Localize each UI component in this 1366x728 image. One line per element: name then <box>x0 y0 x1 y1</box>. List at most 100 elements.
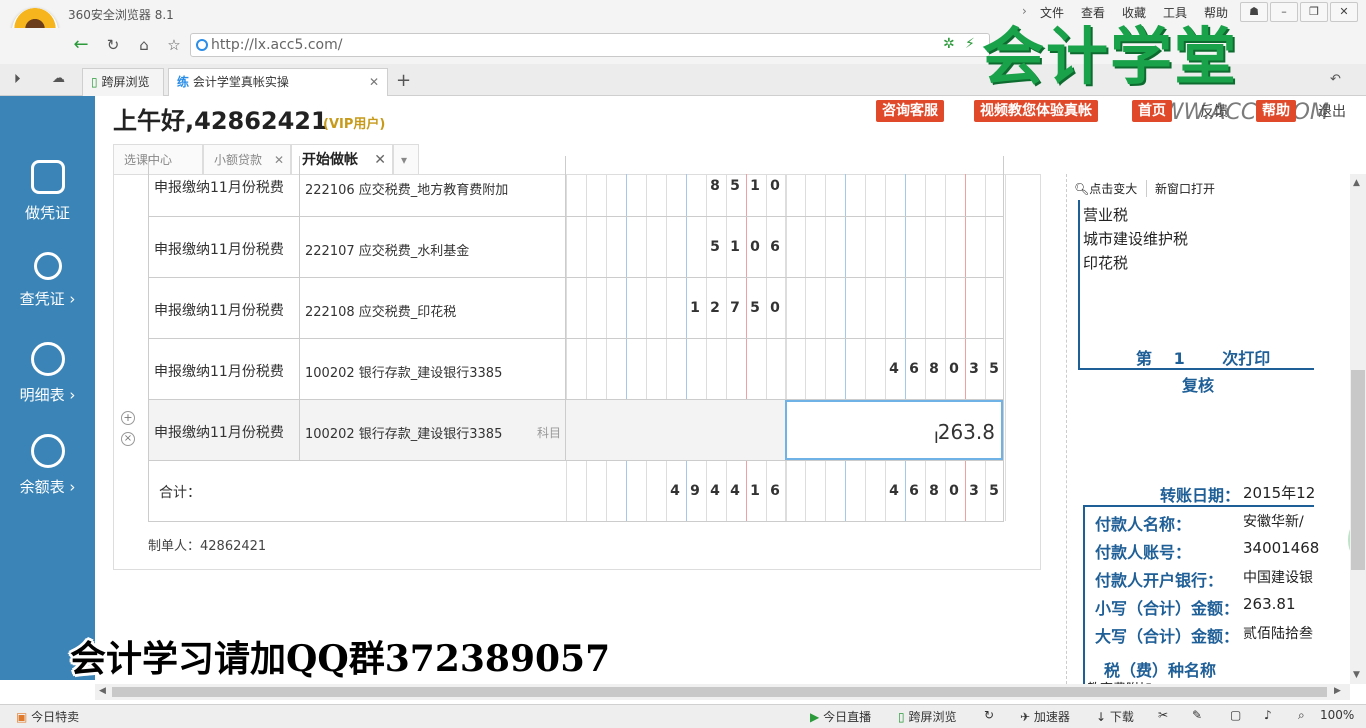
speed-icon[interactable]: ⚡ <box>965 36 975 52</box>
menu-tools[interactable]: 工具 <box>1163 4 1187 21</box>
minimize-icon[interactable]: – <box>1270 2 1298 22</box>
play-icon: ▶ <box>810 710 820 724</box>
summary-cell[interactable]: 申报缴纳11月份税费 <box>149 156 300 216</box>
sidebar-item-balance[interactable]: 余额表 › <box>0 434 95 497</box>
tab-cross-screen[interactable]: ▯ 跨屏浏览 <box>82 68 164 96</box>
total-row: 合计： <box>148 461 1004 522</box>
amount-small-label: 小写（合计）金额： <box>1095 599 1240 618</box>
back-icon[interactable]: ← <box>70 34 92 56</box>
status-download[interactable]: ↓ 下载 <box>1096 708 1134 725</box>
phone-icon: ▯ <box>91 75 98 89</box>
amount-digit: 1 <box>730 239 740 255</box>
status-label: 今日特卖 <box>31 710 80 724</box>
sound-icon[interactable]: ♪ <box>1264 708 1272 722</box>
list-icon <box>30 342 65 376</box>
menu-arrow-icon[interactable]: › <box>1022 4 1027 18</box>
sidebar-item-make-voucher[interactable]: 做凭证 <box>0 160 95 223</box>
credit-amount-input[interactable]: 263.8 <box>785 400 1003 460</box>
undo-icon[interactable]: ↶ <box>1330 72 1341 87</box>
amount-small: 263.81 <box>1243 595 1296 613</box>
home-button[interactable]: 首页 <box>1132 100 1172 122</box>
subject-tag[interactable]: 科目 <box>537 424 561 441</box>
window-icon[interactable]: ▢ <box>1230 708 1241 722</box>
account-cell[interactable]: 100202 银行存款_建设银行3385 <box>300 339 566 399</box>
edit-icon[interactable]: ✎ <box>1192 708 1202 722</box>
sidebar-item-query-voucher[interactable]: 查凭证 › <box>0 252 95 309</box>
sidebar-item-detail[interactable]: 明细表 › <box>0 342 95 405</box>
menu-favorites[interactable]: 收藏 <box>1122 4 1146 21</box>
delete-row-icon[interactable]: × <box>121 432 135 446</box>
cloud-icon[interactable]: ☁ <box>52 71 65 86</box>
review-label: 复核 <box>1182 376 1215 395</box>
account-cell[interactable]: 222108 应交税费_印花税 <box>300 278 566 338</box>
voucher-row[interactable]: 申报缴纳11月份税费 100202 银行存款_建设银行3385 <box>148 339 1004 400</box>
screenshot-icon[interactable]: ✂ <box>1158 708 1168 722</box>
zoom-label: 点击变大 <box>1089 182 1138 196</box>
amount-digit: 1 <box>690 300 700 316</box>
refresh-status-icon[interactable]: ↻ <box>984 708 994 722</box>
tax-item: 印花税 <box>1083 254 1129 272</box>
star-icon[interactable]: ☆ <box>163 34 185 56</box>
new-tab-icon[interactable]: + <box>396 70 411 91</box>
summary-cell[interactable]: 申报缴纳11月份税费 <box>149 400 300 460</box>
transfer-date: 2015年12 <box>1243 484 1316 502</box>
amount-digit: 0 <box>770 300 780 316</box>
summary-cell[interactable]: 申报缴纳11月份税费 <box>149 217 300 277</box>
new-window-link[interactable]: 新窗口打开 <box>1146 180 1215 197</box>
zoom-status-icon[interactable]: ⌕ <box>1298 708 1305 723</box>
zoom-level[interactable]: 100% <box>1320 708 1354 722</box>
transfer-date-label: 转账日期： <box>1160 486 1241 505</box>
maximize-icon[interactable]: ❐ <box>1300 2 1328 22</box>
deals-link[interactable]: ▣ 今日特卖 <box>16 708 79 725</box>
calculator-icon <box>30 160 65 194</box>
scroll-up-icon[interactable]: ▲ <box>1353 178 1360 188</box>
skin-icon[interactable]: ☗ <box>1240 2 1268 22</box>
status-accelerator[interactable]: ✈ 加速器 <box>1020 708 1070 725</box>
summary-cell[interactable]: 申报缴纳11月份税费 <box>149 278 300 338</box>
summary-cell[interactable]: 申报缴纳11月份税费 <box>149 339 300 399</box>
payer-bank-label: 付款人开户银行： <box>1095 571 1224 590</box>
refresh-icon[interactable]: ↻ <box>102 34 124 56</box>
security-icon[interactable]: ✲ <box>943 36 955 52</box>
logout-link[interactable]: 退出 <box>1318 101 1346 121</box>
scroll-down-icon[interactable]: ▼ <box>1353 670 1360 680</box>
amount-big: 贰佰陆拾叁 <box>1243 626 1313 642</box>
horizontal-scroll-thumb[interactable] <box>112 687 1327 697</box>
amount-digit: 5 <box>750 300 760 316</box>
scroll-right-icon[interactable]: ▶ <box>1334 686 1341 696</box>
voucher-row[interactable]: 申报缴纳11月份税费 222106 应交税费_地方教育费附加 <box>148 156 1004 217</box>
tab-accounting[interactable]: 练 会计学堂真帐实操 ✕ <box>168 68 388 96</box>
help-button[interactable]: 帮助 <box>1256 100 1296 122</box>
add-row-icon[interactable]: + <box>121 411 135 425</box>
scroll-left-icon[interactable]: ◀ <box>99 686 106 696</box>
close-icon[interactable]: ✕ <box>1330 2 1358 22</box>
vertical-scroll-thumb[interactable] <box>1351 370 1365 570</box>
menu-view[interactable]: 查看 <box>1081 4 1105 21</box>
voucher-maker: 制单人：42862421 <box>148 539 267 554</box>
tab-close-icon[interactable]: ✕ <box>369 69 379 95</box>
voucher-row[interactable]: 申报缴纳11月份税费 222107 应交税费_水利基金 <box>148 217 1004 278</box>
sidebar-toggle-icon[interactable]: ⏵ <box>14 72 21 87</box>
watermark-logo: 会计学堂 <box>982 20 1239 93</box>
status-label: 今日直播 <box>823 710 872 724</box>
service-button[interactable]: 咨询客服 <box>876 100 944 122</box>
text-cursor-icon: I <box>934 428 939 447</box>
account-cell[interactable]: 222106 应交税费_地方教育费附加 <box>300 156 566 216</box>
status-live[interactable]: ▶ 今日直播 <box>810 708 871 725</box>
voucher-row[interactable]: 申报缴纳11月份税费 222108 应交税费_印花税 <box>148 278 1004 339</box>
home-icon[interactable]: ⌂ <box>133 34 155 56</box>
tax-item: 营业税 <box>1083 206 1129 224</box>
account-cell[interactable]: 100202 银行存款_建设银行3385 科目 <box>300 400 566 460</box>
list-icon <box>30 434 65 468</box>
menu-file[interactable]: 文件 <box>1040 4 1064 21</box>
zoom-link[interactable]: 🔍︎点击变大 <box>1074 180 1137 197</box>
video-button[interactable]: 视频教您体验真帐 <box>974 100 1098 122</box>
url-input[interactable]: http://lx.acc5.com/ ✲ ⚡ <box>190 33 990 57</box>
status-label: 跨屏浏览 <box>908 710 957 724</box>
feedback-link[interactable]: 反馈 <box>1200 101 1228 121</box>
account-cell[interactable]: 222107 应交税费_水利基金 <box>300 217 566 277</box>
menu-help[interactable]: 帮助 <box>1204 4 1228 21</box>
tax-item: 城市建设维护税 <box>1083 230 1189 248</box>
print-count: 第 1 次打印 <box>1136 349 1271 368</box>
status-cross-screen[interactable]: ▯ 跨屏浏览 <box>898 708 956 725</box>
